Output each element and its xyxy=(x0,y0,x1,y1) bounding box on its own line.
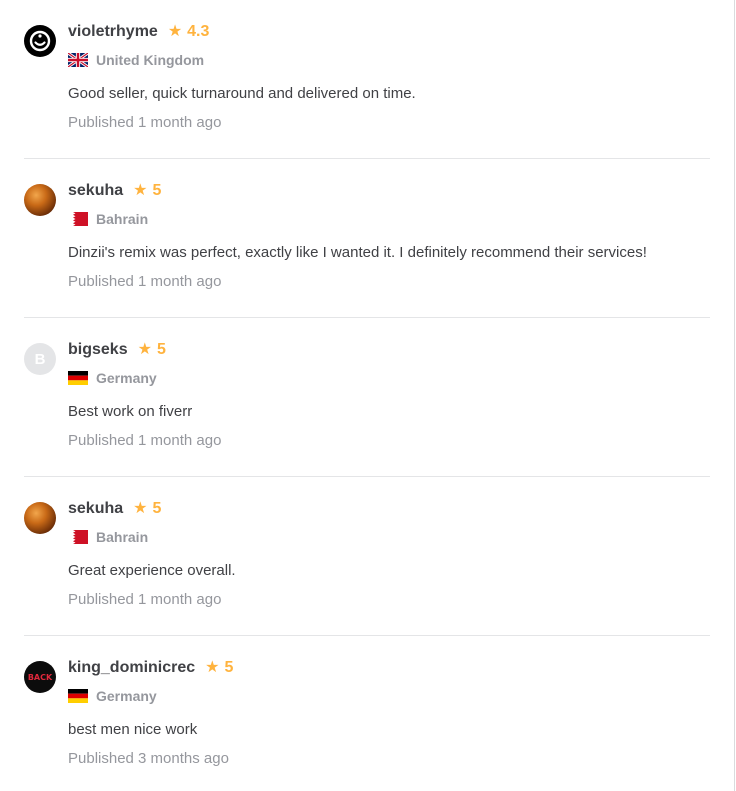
review-text: Great experience overall. xyxy=(68,562,236,579)
username[interactable]: violetrhyme xyxy=(68,23,158,41)
avatar[interactable] xyxy=(24,502,56,534)
avatar[interactable]: BACK xyxy=(24,661,56,693)
reviewer-country: United Kingdom xyxy=(68,50,204,70)
review-item: B bigseks ★ 5 Germany Best work on fiver… xyxy=(24,318,710,477)
reviewer-country: Bahrain xyxy=(68,527,148,547)
avatar-logo-text: BACK xyxy=(27,672,53,682)
review-item: BACK king_dominicrec ★ 5 Germany best me… xyxy=(24,636,710,791)
review-text: Dinzii's remix was perfect, exactly like… xyxy=(68,244,647,261)
username[interactable]: bigseks xyxy=(68,341,128,359)
star-icon: ★ xyxy=(133,182,148,199)
review-item: sekuha ★ 5 Bahrain Great experience over… xyxy=(24,477,710,636)
avatar[interactable] xyxy=(24,25,56,57)
germany-flag-icon xyxy=(68,371,88,385)
country-name: Bahrain xyxy=(96,529,149,545)
star-icon: ★ xyxy=(167,23,183,40)
avatar-smiley-icon xyxy=(29,30,51,52)
star-icon: ★ xyxy=(205,659,220,676)
panel-border xyxy=(734,0,735,791)
review-header: violetrhyme ★ 4.3 xyxy=(68,22,209,42)
bahrain-flag-icon xyxy=(68,212,88,226)
country-name: Bahrain xyxy=(96,211,149,227)
avatar[interactable] xyxy=(24,184,56,216)
published-date: Published 1 month ago xyxy=(68,432,222,449)
avatar[interactable]: B xyxy=(24,343,56,375)
username[interactable]: sekuha xyxy=(68,500,123,518)
reviews-list: violetrhyme ★ 4.3 United Kingdom Good se… xyxy=(24,0,710,791)
review-header: bigseks ★ 5 xyxy=(68,340,166,360)
review-header: sekuha ★ 5 xyxy=(68,499,161,519)
review-header: king_dominicrec ★ 5 xyxy=(68,658,233,678)
review-text: Best work on fiverr xyxy=(68,403,193,420)
star-icon: ★ xyxy=(137,341,152,358)
review-header: sekuha ★ 5 xyxy=(68,181,161,201)
rating-value: 5 xyxy=(152,500,162,517)
rating-value: 5 xyxy=(152,182,162,199)
reviewer-country: Germany xyxy=(68,368,157,388)
published-date: Published 1 month ago xyxy=(68,273,222,290)
reviewer-country: Bahrain xyxy=(68,209,148,229)
review-text: Good seller, quick turnaround and delive… xyxy=(68,85,416,102)
rating-value: 4.3 xyxy=(187,23,210,40)
germany-flag-icon xyxy=(68,689,88,703)
uk-flag-icon xyxy=(68,53,88,67)
published-date: Published 3 months ago xyxy=(68,750,229,767)
published-date: Published 1 month ago xyxy=(68,591,222,608)
country-name: Germany xyxy=(96,370,157,386)
reviews-page: violetrhyme ★ 4.3 United Kingdom Good se… xyxy=(0,0,736,791)
country-name: Germany xyxy=(96,688,157,704)
rating-value: 5 xyxy=(156,341,166,358)
published-date: Published 1 month ago xyxy=(68,114,222,131)
review-item: violetrhyme ★ 4.3 United Kingdom Good se… xyxy=(24,0,710,159)
country-name: United Kingdom xyxy=(96,52,205,68)
username[interactable]: king_dominicrec xyxy=(68,659,195,677)
username[interactable]: sekuha xyxy=(68,182,123,200)
reviewer-country: Germany xyxy=(68,686,157,706)
avatar-letter: B xyxy=(34,350,46,368)
star-icon: ★ xyxy=(133,500,148,517)
review-item: sekuha ★ 5 Bahrain Dinzii's remix was pe… xyxy=(24,159,710,318)
rating-value: 5 xyxy=(224,659,234,676)
review-text: best men nice work xyxy=(68,721,198,738)
bahrain-flag-icon xyxy=(68,530,88,544)
